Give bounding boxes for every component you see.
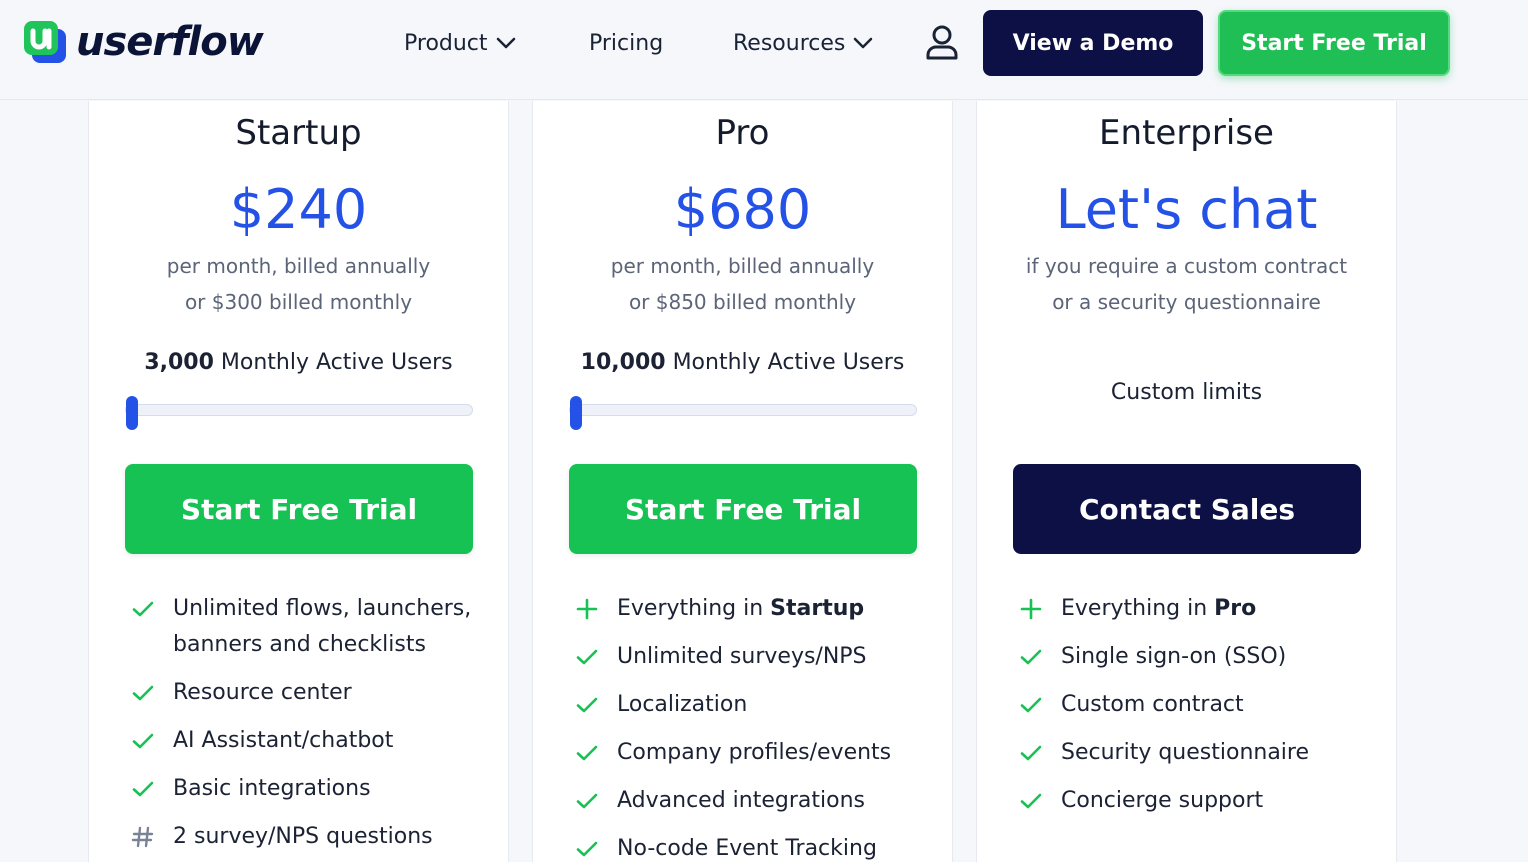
plan-name: Enterprise: [1099, 113, 1274, 153]
feature-text: Localization: [617, 692, 748, 717]
userflow-logo-icon: [24, 21, 66, 63]
feature-item: Advanced integrations: [573, 783, 933, 819]
check-icon: [575, 693, 599, 717]
feature-text: Single sign-on (SSO): [1061, 644, 1287, 669]
feature-item: Basic integrations: [129, 771, 489, 807]
plan-billing-line-1: if you require a custom contract: [1025, 254, 1348, 278]
check-icon: [131, 681, 155, 705]
plan-billing-line-2: or $300 billed monthly: [184, 290, 413, 314]
plan-billing-line-2: or $850 billed monthly: [628, 290, 857, 314]
pro-start-trial-button[interactable]: Start Free Trial: [569, 464, 917, 554]
plan-billing-line-1: per month, billed annually: [166, 254, 431, 278]
view-demo-button[interactable]: View a Demo: [983, 10, 1203, 76]
check-icon: [575, 837, 599, 861]
site-header: userflow Product Pricing Resources View …: [0, 0, 1528, 100]
feature-text: Basic integrations: [173, 776, 371, 801]
plan-card-pro: Pro $680 per month, billed annually or $…: [532, 101, 953, 862]
mau-count: 3,000: [144, 350, 214, 375]
contact-sales-button[interactable]: Contact Sales: [1013, 464, 1361, 554]
feature-item: Everything in Pro: [1017, 591, 1377, 627]
check-icon: [1019, 789, 1043, 813]
plan-price: $240: [229, 178, 368, 241]
custom-limits-label: Custom limits: [1110, 380, 1263, 405]
check-icon: [1019, 741, 1043, 765]
check-icon: [1019, 693, 1043, 717]
feature-text: Unlimited surveys/NPS: [617, 644, 867, 669]
feature-text: Unlimited flows, launchers, banners and …: [173, 596, 472, 657]
feature-item: Resource center: [129, 675, 489, 711]
mau-text: Monthly Active Users: [213, 350, 453, 375]
feature-list: Unlimited flows, launchers, banners and …: [129, 591, 489, 862]
plan-name: Startup: [235, 113, 362, 153]
mau-label: 10,000 Monthly Active Users: [533, 349, 952, 377]
plus-icon: [1019, 597, 1043, 621]
nav-product[interactable]: Product: [404, 26, 516, 60]
check-icon: [131, 729, 155, 753]
feature-item: Everything in Startup: [573, 591, 933, 627]
hash-icon: [131, 825, 155, 849]
feature-plan-name: Pro: [1214, 596, 1257, 621]
feature-text: Everything in: [1061, 596, 1215, 621]
plan-billing-line-2: or a security questionnaire: [1052, 290, 1321, 314]
plan-price: Let's chat: [1055, 178, 1318, 241]
feature-text: 2 survey/NPS questions: [173, 824, 433, 849]
mau-label: 3,000 Monthly Active Users: [89, 349, 508, 377]
feature-item: 2 survey/NPS questions: [129, 819, 489, 855]
plus-icon: [575, 597, 599, 621]
nav-product-label: Product: [404, 30, 488, 56]
check-icon: [575, 645, 599, 669]
feature-list: Everything in Pro Single sign-on (SSO) Cus…: [1017, 591, 1377, 831]
plan-billing-line-1: per month, billed annually: [610, 254, 875, 278]
chevron-down-icon: [854, 37, 873, 49]
nav-resources[interactable]: Resources: [733, 26, 873, 60]
feature-text: Everything in: [617, 596, 771, 621]
slider-thumb[interactable]: [570, 396, 582, 430]
mau-text: Monthly Active Users: [665, 350, 905, 375]
feature-text: Resource center: [173, 680, 352, 705]
logo-text: userflow: [76, 19, 264, 65]
feature-item: Concierge support: [1017, 783, 1377, 819]
check-icon: [575, 789, 599, 813]
check-icon: [131, 777, 155, 801]
nav-resources-label: Resources: [733, 30, 846, 56]
feature-item: AI Assistant/chatbot: [129, 723, 489, 759]
plan-card-enterprise: Enterprise Let's chat if you require a c…: [976, 101, 1397, 862]
feature-item: Single sign-on (SSO): [1017, 639, 1377, 675]
startup-start-trial-button[interactable]: Start Free Trial: [125, 464, 473, 554]
feature-item: Localization: [573, 687, 933, 723]
nav-pricing[interactable]: Pricing: [589, 26, 663, 60]
feature-text: Security questionnaire: [1061, 740, 1310, 765]
feature-item: Security questionnaire: [1017, 735, 1377, 771]
feature-item: Company profiles/events: [573, 735, 933, 771]
plan-name: Pro: [715, 113, 770, 153]
feature-text: AI Assistant/chatbot: [173, 728, 394, 753]
mau-count: 10,000: [580, 350, 666, 375]
feature-text: Concierge support: [1061, 788, 1264, 813]
feature-text: No-code Event Tracking: [617, 836, 877, 861]
check-icon: [575, 741, 599, 765]
user-icon[interactable]: [924, 24, 960, 66]
mau-slider[interactable]: [569, 396, 917, 430]
feature-item: Unlimited surveys/NPS: [573, 639, 933, 675]
plan-price: $680: [673, 178, 812, 241]
check-icon: [1019, 645, 1043, 669]
feature-text: Company profiles/events: [617, 740, 892, 765]
userflow-logo[interactable]: userflow: [22, 18, 264, 66]
mau-slider[interactable]: [125, 396, 473, 430]
feature-item: Custom contract: [1017, 687, 1377, 723]
slider-thumb[interactable]: [126, 396, 138, 430]
feature-text: Custom contract: [1061, 692, 1244, 717]
plan-card-startup: Startup $240 per month, billed annually …: [88, 101, 509, 862]
check-icon: [131, 597, 155, 621]
chevron-down-icon: [496, 37, 515, 49]
header-start-trial-button[interactable]: Start Free Trial: [1218, 10, 1450, 76]
feature-item: No-code Event Tracking: [573, 831, 933, 862]
feature-plan-name: Startup: [770, 596, 865, 621]
nav-pricing-label: Pricing: [589, 30, 664, 56]
feature-list: Everything in Startup Unlimited surveys/N…: [573, 591, 933, 862]
feature-text: Advanced integrations: [617, 788, 865, 813]
feature-item: Unlimited flows, launchers, banners and …: [129, 591, 489, 663]
